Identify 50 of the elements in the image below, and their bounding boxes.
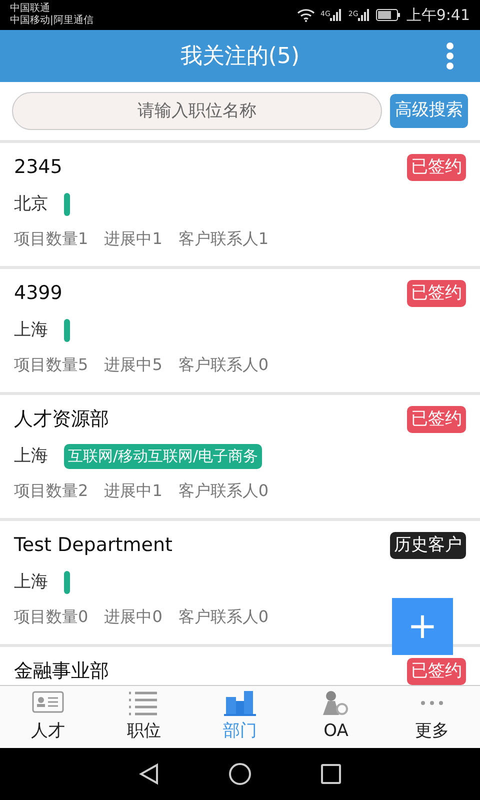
tag-marker: [64, 570, 70, 594]
list-icon: [128, 689, 160, 718]
signal-icon: [330, 9, 342, 21]
stat-label: 进展中0: [104, 606, 162, 628]
city-label: 北京: [14, 192, 48, 216]
stat-label: 项目数量0: [14, 606, 88, 628]
clock: 上午9:41: [406, 4, 470, 26]
back-icon: [139, 763, 159, 785]
stat-label: 客户联系人0: [178, 354, 269, 376]
stat-label: 客户联系人1: [178, 228, 269, 250]
industry-tag: 互联网/移动互联网/电子商务: [64, 444, 262, 468]
department-name[interactable]: 4399: [14, 279, 62, 308]
home-icon: [229, 763, 251, 785]
stat-label: 进展中5: [104, 354, 162, 376]
carrier-name: 中国移动|阿里通信: [10, 15, 94, 27]
buildings-icon: [224, 689, 256, 718]
tab-item[interactable]: 职位: [96, 686, 192, 748]
department-name[interactable]: Test Department: [14, 531, 172, 560]
status-label: 已签约: [407, 280, 466, 307]
carrier-name: 中国联通: [10, 3, 51, 14]
status-label: 历史客户: [390, 532, 466, 559]
wifi-icon: [296, 8, 315, 22]
stat-label: 项目数量5: [14, 354, 88, 376]
department-name[interactable]: 金融事业部: [14, 657, 109, 685]
search-field[interactable]: 请输入职位名称: [12, 92, 382, 130]
battery-icon: [376, 9, 400, 21]
status-label: 已签约: [407, 406, 466, 433]
more-menu-icon[interactable]: [446, 42, 454, 70]
status-label: 已签约: [407, 658, 466, 685]
stat-label: 进展中1: [104, 228, 162, 250]
tab-item[interactable]: 更多: [384, 686, 480, 748]
signal-icon: [358, 9, 370, 21]
stat-label: 项目数量1: [14, 228, 88, 250]
tag-marker: [64, 318, 70, 342]
department-name[interactable]: 2345: [14, 153, 62, 182]
tag-marker: [64, 192, 70, 216]
city-label: 上海: [14, 318, 48, 342]
stat-label: 客户联系人0: [178, 606, 269, 628]
department-name[interactable]: 人才资源部: [14, 405, 109, 434]
page-title: 我关注的(5): [180, 42, 300, 70]
status-label: 已签约: [407, 154, 466, 181]
city-label: 上海: [14, 570, 48, 594]
stat-label: 客户联系人0: [178, 480, 269, 502]
tab-item[interactable]: 人才: [0, 686, 96, 748]
stat-label: 进展中1: [104, 480, 162, 502]
tab-item[interactable]: OA: [288, 686, 384, 748]
more-icon: [421, 701, 443, 706]
stat-label: 项目数量2: [14, 480, 88, 502]
city-label: 上海: [14, 444, 48, 468]
recent-apps-icon: [321, 764, 341, 784]
